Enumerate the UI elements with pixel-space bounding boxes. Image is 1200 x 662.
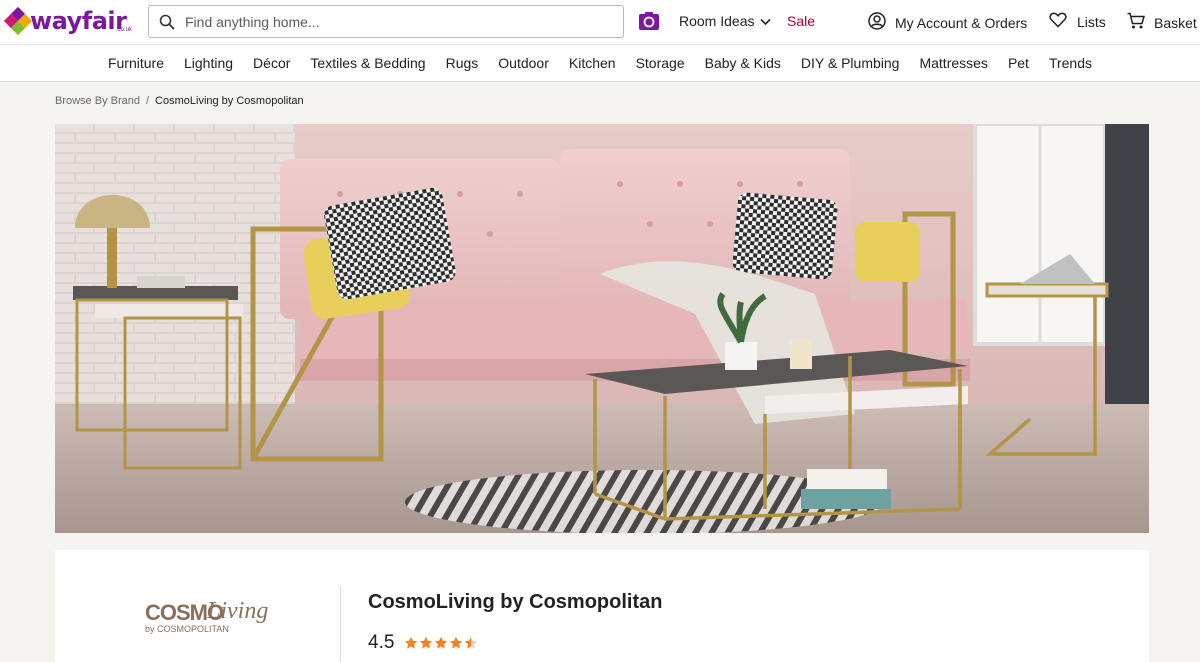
basket-icon bbox=[1127, 12, 1145, 33]
lists-label: Lists bbox=[1077, 13, 1106, 30]
star-icon bbox=[405, 636, 418, 649]
category-textiles-bedding[interactable]: Textiles & Bedding bbox=[300, 55, 435, 71]
logo-sub: .co.uk bbox=[116, 27, 133, 33]
wayfair-logo[interactable]: wayfair bbox=[3, 6, 127, 36]
category-trends[interactable]: Trends bbox=[1039, 55, 1102, 71]
category-lighting[interactable]: Lighting bbox=[174, 55, 243, 71]
star-icon bbox=[465, 636, 478, 649]
top-header: wayfair .co.uk Room Ideas Sale My Accoun… bbox=[0, 0, 1200, 44]
room-ideas-label: Room Ideas bbox=[679, 13, 755, 29]
star-icon bbox=[420, 636, 433, 649]
category-outdoor[interactable]: Outdoor bbox=[488, 55, 559, 71]
logo-mark-icon bbox=[3, 6, 33, 36]
brand-logo-word-b: Living bbox=[206, 598, 268, 624]
category-kitchen[interactable]: Kitchen bbox=[559, 55, 626, 71]
search-input[interactable] bbox=[185, 13, 605, 30]
breadcrumb-current: CosmoLiving by Cosmopolitan bbox=[155, 95, 304, 107]
brand-logo-sub: by COSMOPOLITAN bbox=[145, 624, 229, 634]
basket-link[interactable]: Basket bbox=[1127, 12, 1197, 33]
brand-card: COSMO Living by COSMOPOLITAN CosmoLiving… bbox=[55, 550, 1149, 662]
logo-text: wayfair bbox=[30, 7, 127, 35]
brand-logo: COSMO Living by COSMOPOLITAN bbox=[145, 596, 275, 646]
chevron-down-icon bbox=[760, 13, 772, 29]
basket-label: Basket bbox=[1154, 14, 1197, 31]
brand-divider bbox=[340, 586, 341, 662]
hero-room-image bbox=[55, 124, 1149, 533]
camera-search-icon[interactable] bbox=[638, 11, 660, 31]
breadcrumb-separator: / bbox=[145, 95, 150, 107]
breadcrumb-parent[interactable]: Browse By Brand bbox=[55, 95, 140, 107]
search-icon[interactable] bbox=[149, 5, 185, 38]
category-rugs[interactable]: Rugs bbox=[436, 55, 489, 71]
lists-link[interactable]: Lists bbox=[1049, 12, 1106, 31]
star-icon bbox=[435, 636, 448, 649]
breadcrumb: Browse By Brand / CosmoLiving by Cosmopo… bbox=[55, 95, 304, 107]
star-icon bbox=[450, 636, 463, 649]
brand-name: CosmoLiving by Cosmopolitan bbox=[368, 591, 663, 613]
category-diy-plumbing[interactable]: DIY & Plumbing bbox=[791, 55, 910, 71]
category-storage[interactable]: Storage bbox=[626, 55, 695, 71]
sale-link[interactable]: Sale bbox=[787, 13, 815, 29]
rating-value: 4.5 bbox=[368, 632, 395, 653]
account-icon bbox=[868, 12, 886, 33]
search-bar bbox=[148, 5, 624, 38]
category-pet[interactable]: Pet bbox=[998, 55, 1039, 71]
category-mattresses[interactable]: Mattresses bbox=[909, 55, 997, 71]
category-furniture[interactable]: Furniture bbox=[98, 55, 174, 71]
rating-stars bbox=[404, 636, 478, 650]
room-ideas-menu[interactable]: Room Ideas bbox=[679, 13, 772, 29]
account-link[interactable]: My Account & Orders bbox=[868, 12, 1027, 33]
brand-rating: 4.5 bbox=[368, 632, 478, 654]
category-nav: Furniture Lighting Décor Textiles & Bedd… bbox=[0, 44, 1200, 82]
category-decor[interactable]: Décor bbox=[243, 55, 300, 71]
heart-icon bbox=[1049, 12, 1067, 31]
account-label: My Account & Orders bbox=[895, 14, 1028, 31]
category-baby-kids[interactable]: Baby & Kids bbox=[695, 55, 791, 71]
